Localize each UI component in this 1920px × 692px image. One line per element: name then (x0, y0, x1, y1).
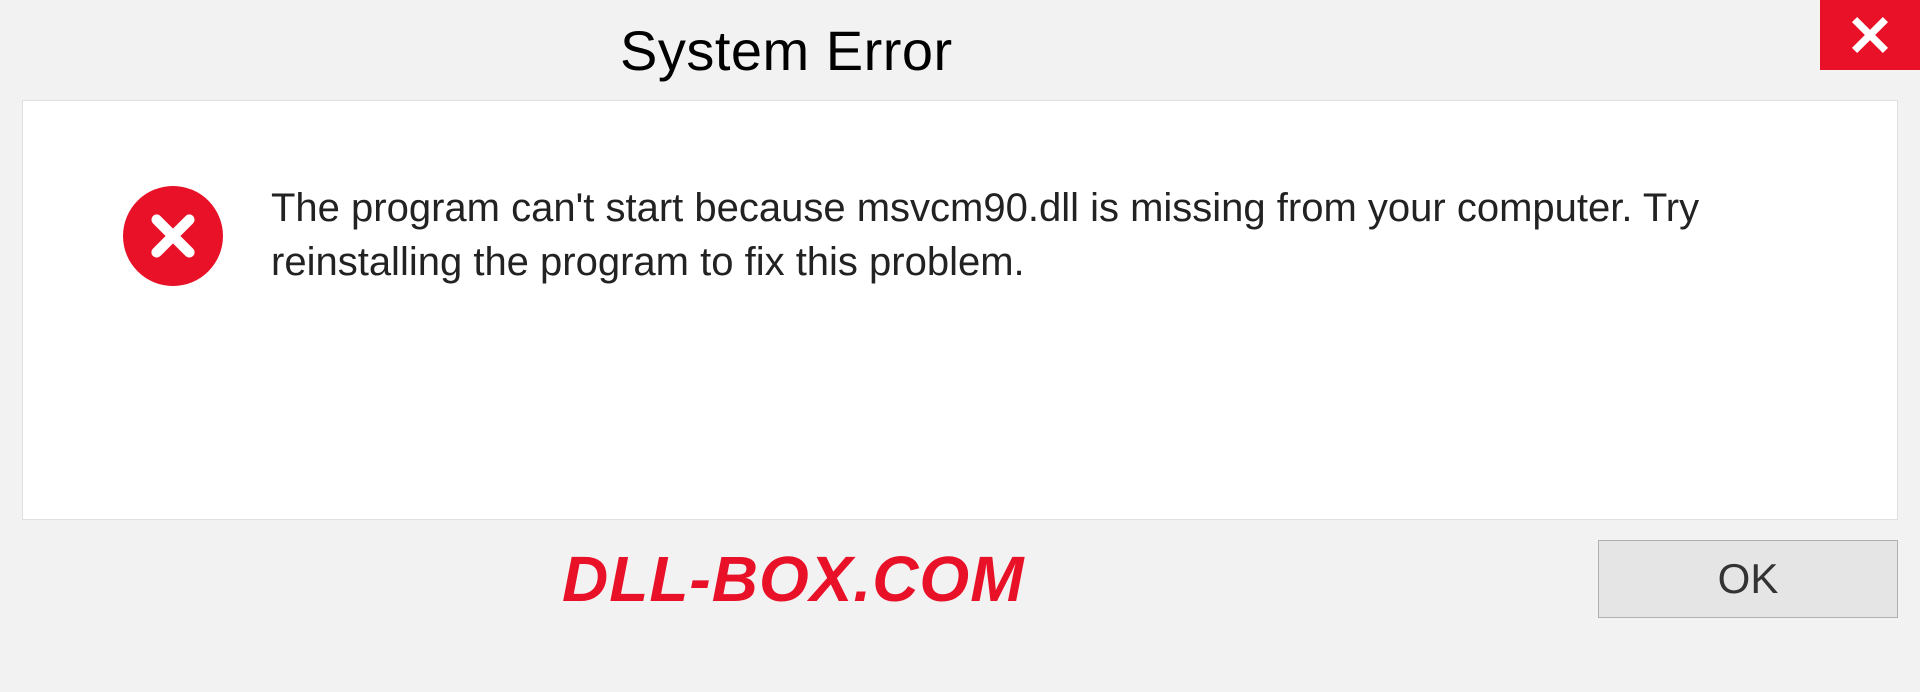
ok-button-label: OK (1718, 555, 1779, 603)
error-icon (123, 186, 223, 286)
error-message: The program can't start because msvcm90.… (271, 181, 1847, 289)
content-area: The program can't start because msvcm90.… (22, 100, 1898, 520)
dialog-title: System Error (620, 18, 953, 83)
footer: DLL-BOX.COM OK (0, 520, 1920, 618)
close-button[interactable] (1820, 0, 1920, 70)
watermark-text: DLL-BOX.COM (562, 542, 1025, 616)
titlebar: System Error (0, 0, 1920, 100)
close-icon (1848, 13, 1892, 57)
ok-button[interactable]: OK (1598, 540, 1898, 618)
